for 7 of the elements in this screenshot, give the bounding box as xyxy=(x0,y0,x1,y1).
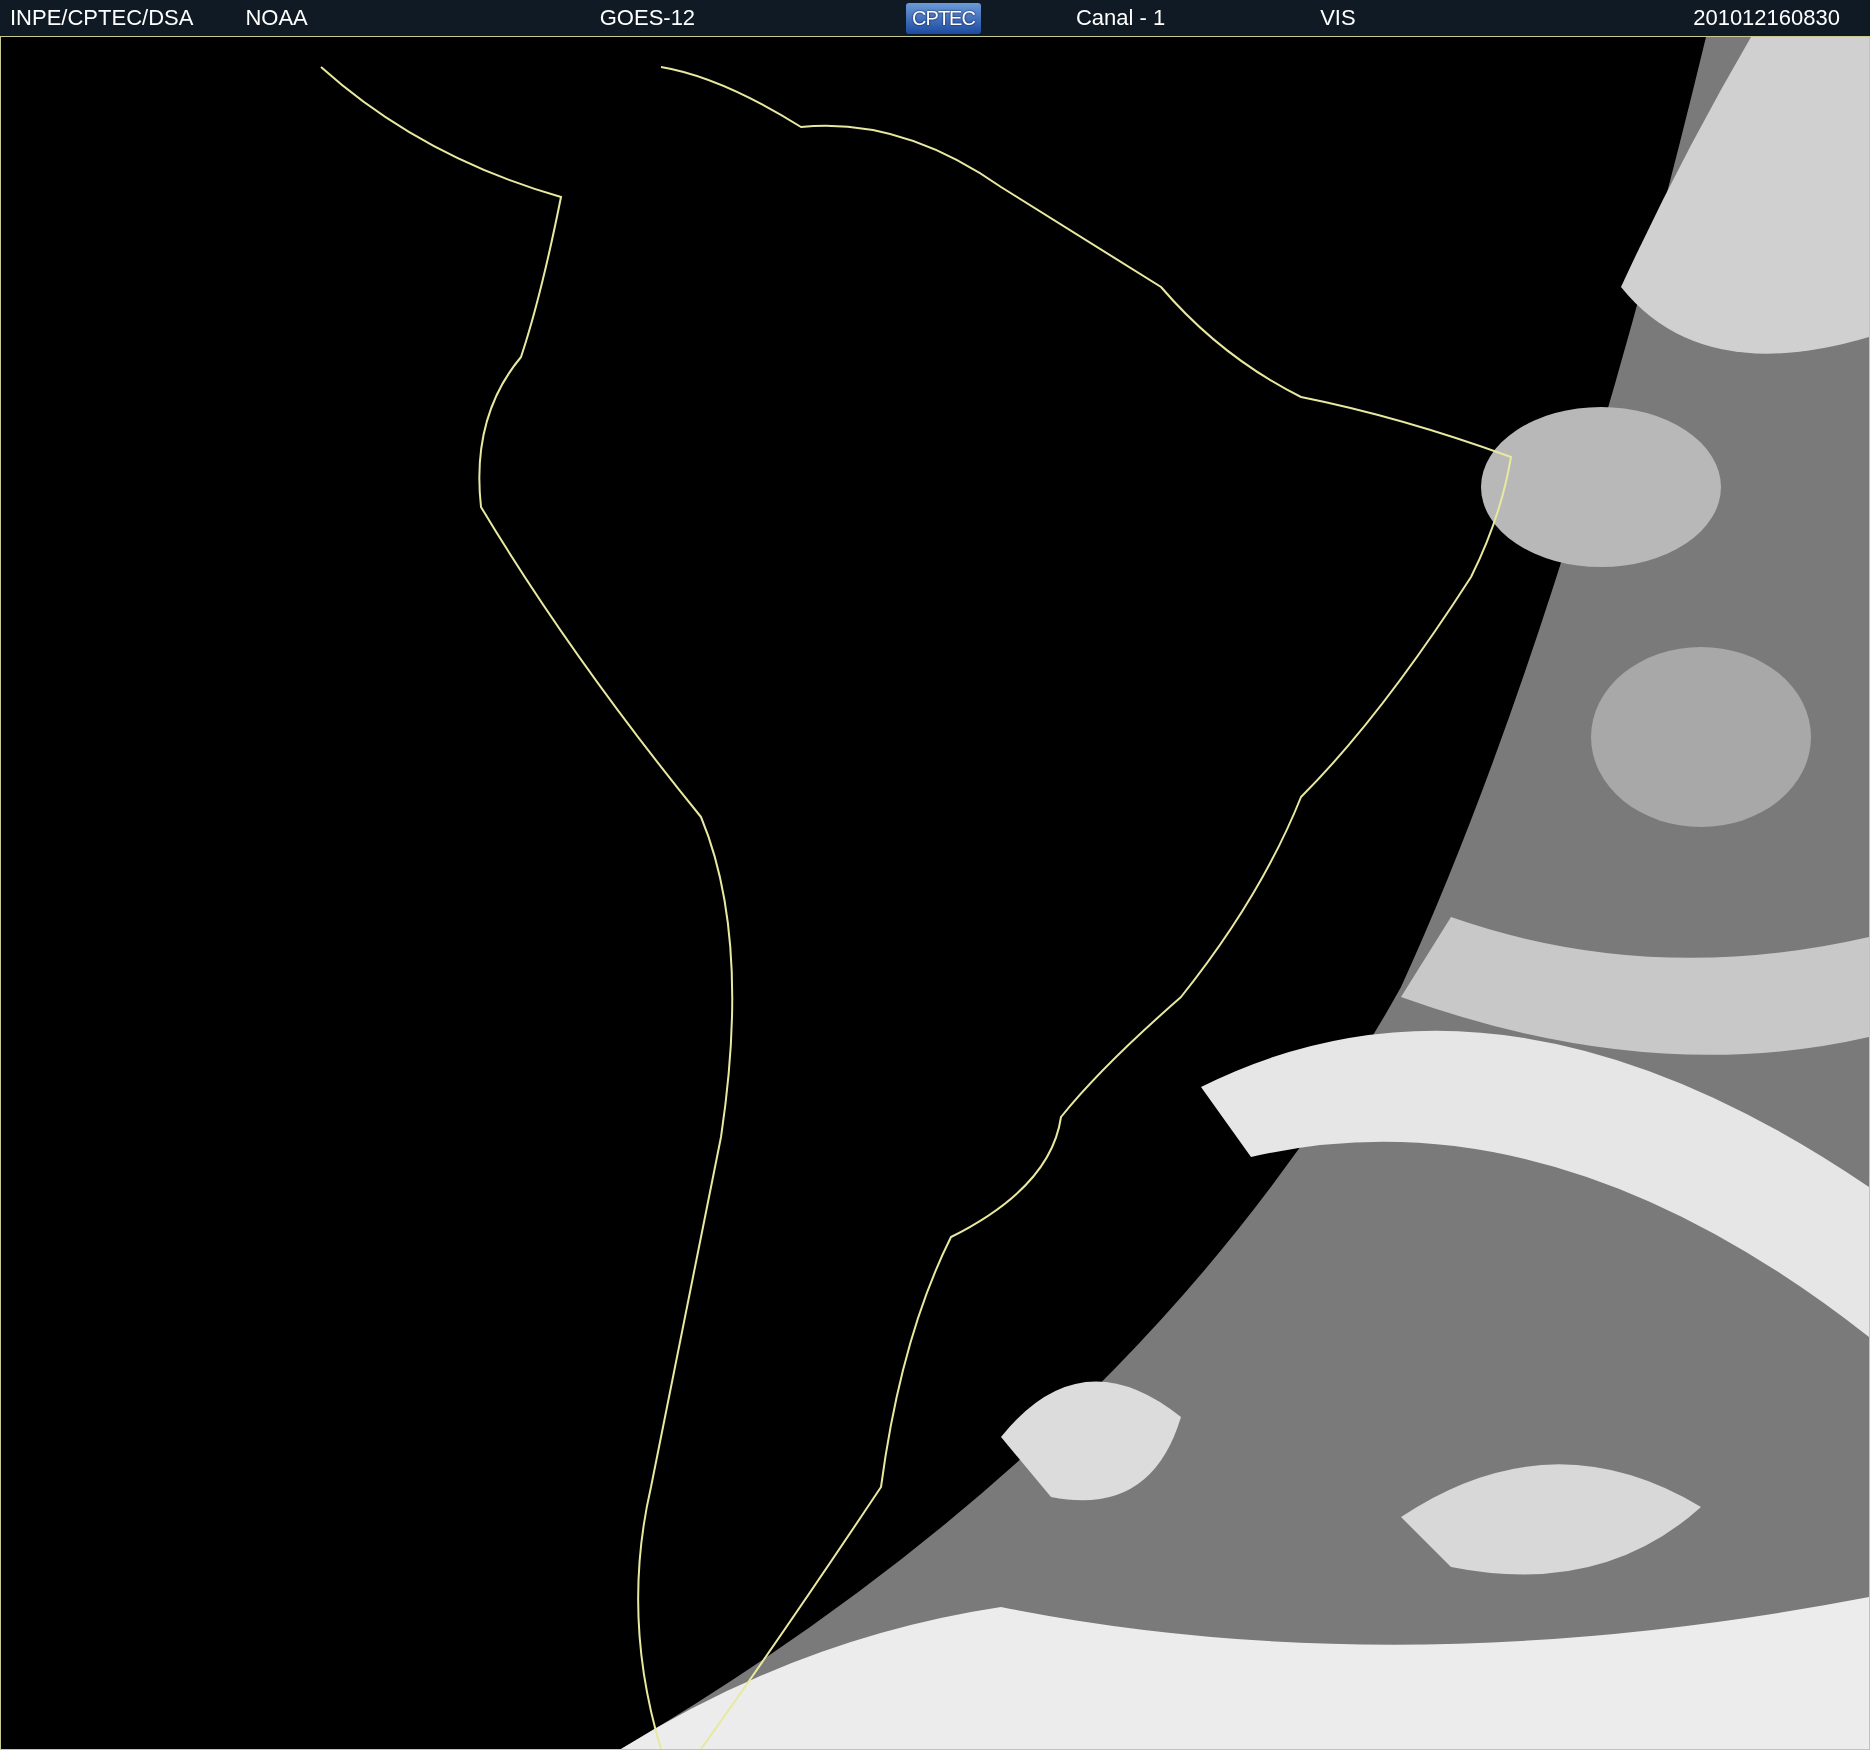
agency-label: NOAA xyxy=(245,5,308,31)
band-label: VIS xyxy=(1320,5,1356,31)
satellite-label: GOES-12 xyxy=(599,5,696,31)
timestamp-label: 201012160830 xyxy=(1693,5,1840,31)
logo: CPTEC xyxy=(906,2,981,34)
channel-label: Canal - 1 xyxy=(1075,5,1166,31)
source-label: INPE/CPTEC/DSA xyxy=(10,5,194,31)
